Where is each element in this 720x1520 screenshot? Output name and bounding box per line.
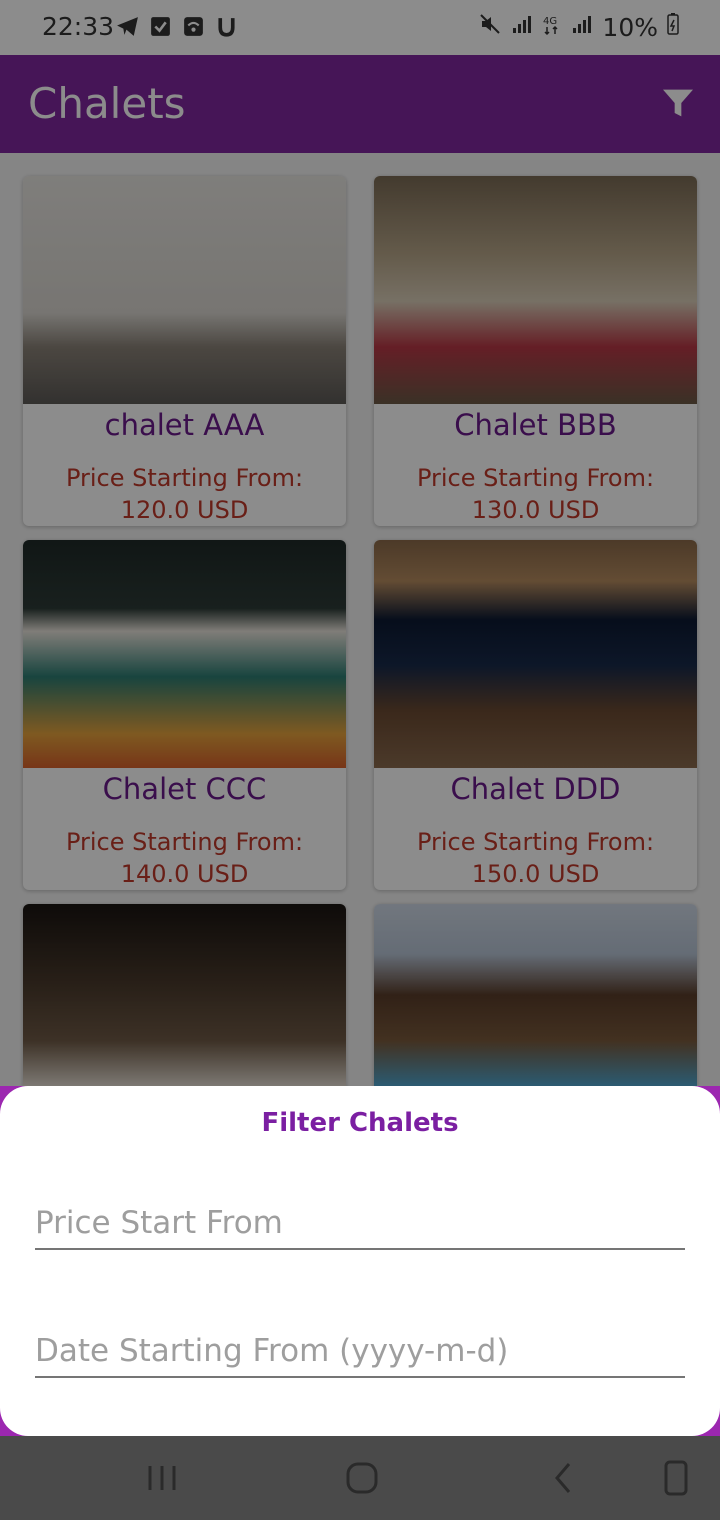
home-button[interactable] [340,1456,384,1500]
price-input[interactable] [35,1186,685,1246]
home-icon [346,1462,378,1494]
date-input[interactable] [35,1314,685,1374]
back-button[interactable] [542,1456,586,1500]
filter-sheet: Filter Chalets [0,1086,720,1436]
price-field [35,1186,685,1250]
recent-apps-button[interactable] [140,1456,184,1500]
recent-apps-icon [148,1466,176,1490]
screen: 22:33 4G 10% Chalets chalet AAA Price St… [0,0,720,1520]
keyboard-icon [664,1460,688,1496]
sheet-title: Filter Chalets [261,1108,459,1138]
navigation-bar [0,1436,720,1520]
keyboard-toggle-button[interactable] [654,1456,698,1500]
back-icon [555,1463,571,1493]
date-field [35,1314,685,1378]
